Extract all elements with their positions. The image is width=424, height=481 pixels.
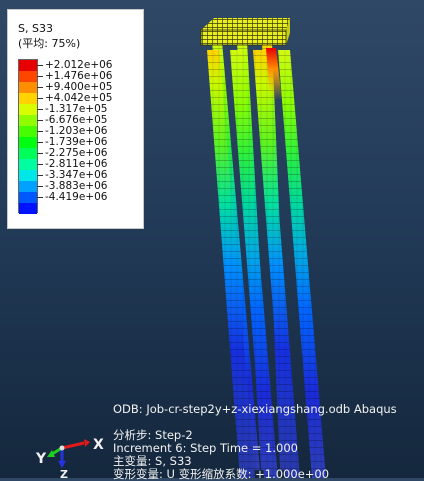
- legend-value: -2.811e+06: [45, 157, 108, 170]
- pile-cap: [200, 18, 290, 46]
- legend-swatch: [19, 115, 37, 126]
- legend-tick: [37, 141, 43, 143]
- legend-tick: [37, 174, 43, 176]
- legend-swatch: [19, 93, 37, 104]
- legend-swatch: [19, 148, 37, 159]
- legend-tick: [37, 86, 43, 88]
- legend-value: +2.012e+06: [45, 58, 113, 71]
- legend-value: -6.676e+05: [45, 113, 108, 126]
- legend-tick: [37, 119, 43, 121]
- deformed-variable-label: 变形变量: U 变形缩放系数: +1.000e+00: [113, 467, 330, 481]
- legend-swatch: [19, 170, 37, 181]
- legend-tick: [37, 163, 43, 165]
- legend-swatch: [19, 104, 37, 115]
- legend-swatch: [19, 159, 37, 170]
- contour-legend: S, S33 (平均: 75%) +2.012e+06 +1.476e+06 +9.…: [7, 9, 144, 229]
- legend-value: -2.275e+06: [45, 146, 108, 159]
- x-axis-label: X: [93, 437, 104, 453]
- legend-value: +4.042e+05: [45, 91, 113, 104]
- legend-tick: [37, 185, 43, 187]
- legend-value: -4.419e+06: [45, 190, 108, 203]
- legend-swatch: [19, 71, 37, 82]
- z-axis-label: Z: [60, 468, 68, 481]
- legend-value: -1.317e+05: [45, 102, 108, 115]
- legend-tick: [37, 196, 43, 198]
- legend-swatch: [19, 137, 37, 148]
- legend-tick: [37, 130, 43, 132]
- legend-tick: [37, 108, 43, 110]
- legend-tick: [37, 64, 43, 66]
- y-axis-label: Y: [36, 451, 47, 467]
- legend-swatch: [19, 203, 37, 214]
- legend-tick: [37, 97, 43, 99]
- legend-value: +9.400e+05: [45, 80, 113, 93]
- x-axis-arrow: [61, 441, 85, 450]
- legend-color-bar: [18, 59, 38, 214]
- legend-value: -3.883e+06: [45, 179, 108, 192]
- legend-swatch: [19, 126, 37, 137]
- legend-averaging: (平均: 75%): [18, 37, 81, 50]
- legend-tick: [37, 152, 43, 154]
- axis-triad: [47, 439, 90, 468]
- legend-tick: [37, 75, 43, 77]
- legend-value: +1.476e+06: [45, 69, 113, 82]
- legend-value: -3.347e+06: [45, 168, 108, 181]
- legend-swatch: [19, 82, 37, 93]
- legend-swatch: [19, 192, 37, 203]
- odb-path: ODB: Job-cr-step2y+z-xiexiangshang.odb A…: [113, 402, 397, 416]
- legend-swatch: [19, 60, 37, 71]
- legend-value: -1.739e+06: [45, 135, 108, 148]
- legend-value: -1.203e+06: [45, 124, 108, 137]
- legend-swatch: [19, 181, 37, 192]
- legend-variable: S, S33: [18, 22, 53, 35]
